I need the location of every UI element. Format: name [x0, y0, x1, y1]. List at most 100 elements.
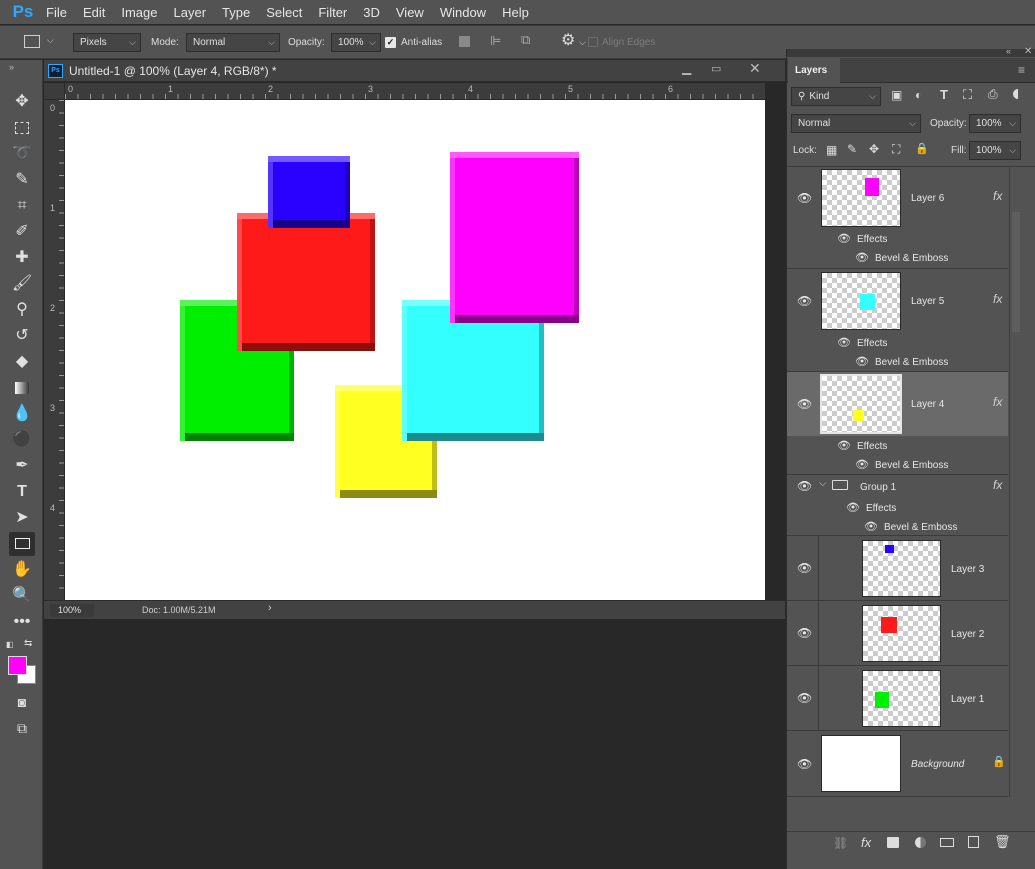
rectangle-tool-icon[interactable] [9, 532, 35, 556]
marquee-tool-icon[interactable] [9, 116, 35, 140]
fill-field[interactable]: 100% ⌵ [969, 141, 1021, 160]
bevel-emboss-item[interactable]: 👁 Bevel & Emboss [855, 458, 948, 471]
visibility-eye-icon[interactable]: 👁 [846, 502, 860, 514]
menu-select[interactable]: Select [266, 5, 302, 20]
layer-name[interactable]: Layer 2 [951, 629, 984, 640]
chevron-right-icon[interactable]: › [268, 602, 272, 614]
more-tools-icon[interactable]: ••• [9, 610, 35, 634]
layer-name[interactable]: Layer 6 [911, 193, 944, 204]
path-alignment-icon[interactable]: ⊫ [490, 33, 501, 49]
maximize-icon[interactable]: ▭ [711, 62, 721, 75]
layer-row-layer-6[interactable]: 👁 Layer 6 fx 👁 Effects 👁 Bevel & Emboss [787, 167, 1008, 269]
bevel-emboss-item[interactable]: 👁 Bevel & Emboss [864, 520, 957, 533]
move-tool-icon[interactable]: ✥ [9, 90, 35, 114]
close-icon[interactable]: ✕ [749, 60, 761, 77]
lock-image-icon[interactable]: ✎ [847, 142, 857, 156]
visibility-eye-icon[interactable]: 👁 [855, 356, 869, 368]
chevron-down-icon[interactable]: ⌵ [47, 35, 54, 46]
trash-icon[interactable]: 🗑 [994, 834, 1011, 850]
history-brush-tool-icon[interactable]: ↺ [9, 324, 35, 348]
dodge-tool-icon[interactable]: ⚫ [9, 428, 35, 452]
hand-tool-icon[interactable]: ✋ [9, 558, 35, 582]
layer-row-group-1[interactable]: 👁 ⌵ Group 1 fx 👁 Effects 👁 Bevel & Emboss [787, 475, 1008, 536]
visibility-eye-icon[interactable]: 👁 [797, 626, 812, 640]
zoom-level[interactable]: 100% [50, 604, 94, 617]
document-tab-title[interactable]: Untitled-1 @ 100% (Layer 4, RGB/8*) * [69, 64, 277, 78]
bevel-emboss-item[interactable]: 👁 Bevel & Emboss [855, 251, 948, 264]
visibility-eye-icon[interactable]: 👁 [797, 561, 812, 575]
add-mask-icon[interactable] [887, 837, 899, 848]
menu-image[interactable]: Image [121, 5, 157, 20]
quick-mask-icon[interactable]: ◙ [9, 690, 35, 714]
effects-item[interactable]: 👁 Effects [837, 232, 887, 245]
screen-mode-icon[interactable]: ⧉ [9, 716, 35, 740]
minimize-icon[interactable]: ▁ [682, 61, 691, 75]
visibility-eye-icon[interactable]: 👁 [797, 691, 812, 705]
visibility-eye-icon[interactable]: 👁 [797, 479, 812, 493]
menu-type[interactable]: Type [222, 5, 250, 20]
opacity-field[interactable]: 100% ⌵ [331, 33, 381, 52]
visibility-eye-icon[interactable]: 👁 [797, 397, 812, 411]
default-colors-icon[interactable]: ◧ [6, 640, 14, 649]
fx-icon[interactable]: fx [993, 189, 1002, 203]
filter-smart-object-icon[interactable]: ⎙ [988, 87, 998, 102]
path-arrangement-icon[interactable]: ⧉ [521, 32, 530, 48]
menu-file[interactable]: File [46, 5, 67, 20]
close-panel-icon[interactable]: ✕ [1024, 46, 1032, 57]
filter-kind-select[interactable]: ⚲ Kind ⌵ [791, 87, 881, 106]
menu-filter[interactable]: Filter [318, 5, 347, 20]
visibility-eye-icon[interactable]: 👁 [797, 294, 812, 308]
layer-opacity-field[interactable]: 100% ⌵ [969, 114, 1021, 133]
path-operations-icon[interactable] [459, 36, 470, 47]
bevel-emboss-item[interactable]: 👁 Bevel & Emboss [855, 355, 948, 368]
layer-row-background[interactable]: 👁 Background 🔒 [787, 731, 1008, 797]
pen-tool-icon[interactable]: ✒ [9, 454, 35, 478]
layer-name[interactable]: Layer 1 [951, 694, 984, 705]
filter-type-icon[interactable]: T [940, 87, 948, 102]
filter-shape-icon[interactable]: ⛶ [963, 87, 972, 103]
ruler-origin[interactable] [44, 83, 65, 100]
new-layer-icon[interactable] [968, 836, 979, 848]
chevron-down-icon[interactable]: ⌵ [819, 478, 827, 489]
mode-select[interactable]: Normal ⌵ [186, 33, 280, 52]
gear-icon[interactable]: ⚙ [561, 30, 575, 50]
path-selection-tool-icon[interactable]: ➤ [9, 506, 35, 530]
layer-name[interactable]: Background [911, 759, 964, 770]
horizontal-ruler[interactable]: 0 1 2 3 4 5 6 [65, 83, 765, 100]
visibility-eye-icon[interactable]: 👁 [855, 252, 869, 264]
layer-name[interactable]: Layer 5 [911, 296, 944, 307]
eraser-tool-icon[interactable]: ◆ [9, 350, 35, 374]
filter-pixel-icon[interactable]: ▣ [891, 88, 902, 102]
effects-item[interactable]: 👁 Effects [837, 439, 887, 452]
menu-layer[interactable]: Layer [174, 5, 207, 20]
layer-row-layer-1[interactable]: 👁 Layer 1 [787, 666, 1008, 731]
visibility-eye-icon[interactable]: 👁 [837, 233, 851, 245]
add-layer-style-icon[interactable]: fx [861, 835, 871, 850]
swap-colors-icon[interactable]: ⇆ [24, 638, 32, 649]
effects-item[interactable]: 👁 Effects [837, 336, 887, 349]
fx-icon[interactable]: fx [993, 292, 1002, 306]
menu-edit[interactable]: Edit [83, 5, 105, 20]
menu-window[interactable]: Window [440, 5, 486, 20]
lasso-tool-icon[interactable]: ➰ [9, 142, 35, 166]
healing-brush-tool-icon[interactable]: ✚ [9, 246, 35, 270]
layer-row-layer-4[interactable]: 👁 Layer 4 fx 👁 Effects 👁 Bevel & Emboss [787, 372, 1008, 475]
lock-position-icon[interactable]: ✥ [869, 142, 879, 156]
layer-name[interactable]: Layer 3 [951, 564, 984, 575]
collapse-icon[interactable]: » [9, 62, 14, 72]
visibility-eye-icon[interactable]: 👁 [797, 191, 812, 205]
layer-name[interactable]: Layer 4 [911, 399, 944, 410]
menu-3d[interactable]: 3D [363, 5, 380, 20]
vertical-ruler[interactable]: 0 1 2 3 4 [44, 100, 65, 600]
collapse-panel-icon[interactable]: « [1006, 46, 1011, 56]
panel-scrollbar-thumb[interactable] [1012, 212, 1020, 332]
blue-rectangle[interactable] [268, 156, 350, 228]
zoom-tool-icon[interactable]: 🔍 [9, 584, 35, 608]
blur-tool-icon[interactable]: 💧 [9, 402, 35, 426]
rectangle-tool-preset-icon[interactable] [24, 35, 40, 48]
new-fill-adjustment-icon[interactable] [915, 837, 926, 848]
filter-toggle-icon[interactable] [1013, 89, 1023, 99]
clone-stamp-tool-icon[interactable]: ⚲ [9, 298, 35, 322]
units-select[interactable]: Pixels ⌵ [73, 33, 141, 52]
visibility-eye-icon[interactable]: 👁 [797, 757, 812, 771]
